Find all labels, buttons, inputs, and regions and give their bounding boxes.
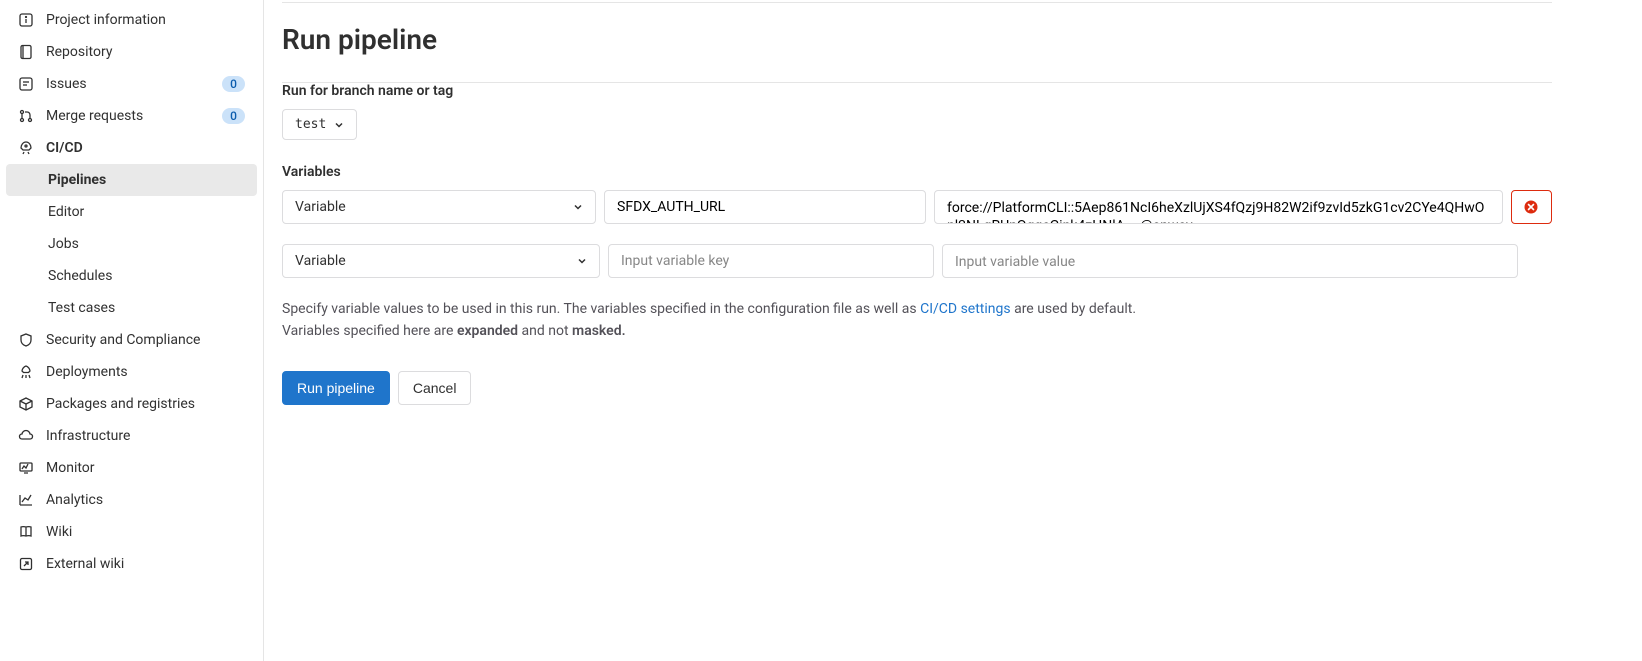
external-icon [18, 556, 34, 572]
sidebar-item-label: Analytics [46, 492, 245, 508]
variable-key-input[interactable] [608, 244, 934, 278]
variable-row: Variable force://PlatformCLI::5Aep861NcI… [282, 190, 1552, 224]
analytics-icon [18, 492, 34, 508]
sidebar-subitem-testcases[interactable]: Test cases [6, 292, 257, 324]
sidebar-item-monitor[interactable]: Monitor [6, 452, 257, 484]
variable-type-dropdown[interactable]: Variable [282, 190, 596, 224]
top-divider [282, 2, 1552, 3]
sidebar-item-wiki[interactable]: Wiki [6, 516, 257, 548]
branch-value: test [295, 117, 326, 132]
cicd-settings-link[interactable]: CI/CD settings [920, 301, 1011, 317]
repo-icon [18, 44, 34, 60]
sidebar-item-cicd[interactable]: CI/CD [6, 132, 257, 164]
variable-value-input[interactable] [942, 244, 1518, 278]
sidebar-item-label: Deployments [46, 364, 245, 380]
sidebar-item-security[interactable]: Security and Compliance [6, 324, 257, 356]
monitor-icon [18, 460, 34, 476]
variable-type-label: Variable [295, 253, 346, 269]
sidebar-item-external-wiki[interactable]: External wiki [6, 548, 257, 580]
sidebar-item-label: Security and Compliance [46, 332, 245, 348]
sidebar-item-packages[interactable]: Packages and registries [6, 388, 257, 420]
merge-badge: 0 [222, 108, 245, 124]
sidebar-item-label: Packages and registries [46, 396, 245, 412]
sidebar-item-label: External wiki [46, 556, 245, 572]
actions: Run pipeline Cancel [282, 371, 1552, 405]
variable-row-empty: Variable [282, 244, 1552, 278]
remove-variable-button[interactable] [1511, 190, 1552, 224]
sidebar-item-merge-requests[interactable]: Merge requests 0 [6, 100, 257, 132]
cancel-button[interactable]: Cancel [398, 371, 472, 405]
issues-icon [18, 76, 34, 92]
sidebar-item-label: Wiki [46, 524, 245, 540]
infra-icon [18, 428, 34, 444]
chevron-down-icon [577, 256, 587, 266]
chevron-down-icon [573, 202, 583, 212]
package-icon [18, 396, 34, 412]
variable-type-label: Variable [295, 199, 346, 215]
shield-icon [18, 332, 34, 348]
sidebar-item-repository[interactable]: Repository [6, 36, 257, 68]
issues-badge: 0 [222, 76, 245, 92]
sidebar-item-label: Infrastructure [46, 428, 245, 444]
info-icon [18, 12, 34, 28]
branch-label: Run for branch name or tag [282, 83, 1552, 99]
variable-type-dropdown[interactable]: Variable [282, 244, 600, 278]
sidebar-item-deployments[interactable]: Deployments [6, 356, 257, 388]
chevron-down-icon [334, 120, 344, 130]
merge-icon [18, 108, 34, 124]
branch-dropdown[interactable]: test [282, 109, 357, 140]
sidebar-subitem-editor[interactable]: Editor [6, 196, 257, 228]
deploy-icon [18, 364, 34, 380]
sidebar-subitem-schedules[interactable]: Schedules [6, 260, 257, 292]
sidebar-item-label: CI/CD [46, 140, 245, 156]
sidebar-item-label: Repository [46, 44, 245, 60]
variable-key-input[interactable] [604, 190, 926, 224]
rocket-icon [18, 140, 34, 156]
sidebar-item-label: Project information [46, 12, 245, 28]
sidebar-subitem-pipelines[interactable]: Pipelines [6, 164, 257, 196]
remove-icon [1523, 199, 1539, 215]
sidebar-item-label: Monitor [46, 460, 245, 476]
sidebar-subitem-jobs[interactable]: Jobs [6, 228, 257, 260]
sidebar-item-issues[interactable]: Issues 0 [6, 68, 257, 100]
book-icon [18, 524, 34, 540]
page-title: Run pipeline [282, 23, 1552, 56]
variables-label: Variables [282, 164, 1552, 180]
help-text: Specify variable values to be used in th… [282, 298, 1552, 343]
main-content: Run pipeline Run for branch name or tag … [264, 0, 1642, 661]
run-pipeline-button[interactable]: Run pipeline [282, 371, 390, 405]
sidebar-item-label: Merge requests [46, 108, 210, 124]
sidebar-item-analytics[interactable]: Analytics [6, 484, 257, 516]
sidebar-item-label: Issues [46, 76, 210, 92]
sidebar: Project information Repository Issues 0 … [0, 0, 264, 661]
variable-value-input[interactable]: force://PlatformCLI::5Aep861NcI6heXzlUjX… [934, 190, 1503, 224]
sidebar-item-project-info[interactable]: Project information [6, 4, 257, 36]
cicd-subitems: Pipelines Editor Jobs Schedules Test cas… [6, 164, 257, 324]
sidebar-item-infrastructure[interactable]: Infrastructure [6, 420, 257, 452]
